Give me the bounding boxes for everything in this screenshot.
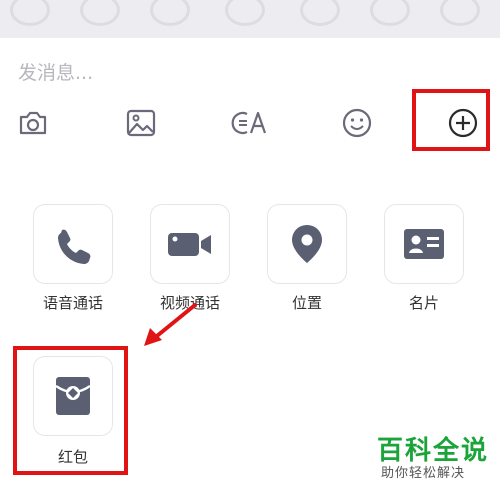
camera-button[interactable] [14,104,52,142]
location-pin-icon [292,225,322,263]
chat-background-strip [0,0,500,38]
contact-card-icon [404,229,444,259]
watermark-subtitle: 助你轻松解决 [381,466,466,481]
background-doodle [440,0,480,26]
location-label: 位置 [291,294,322,312]
background-doodle [10,0,50,26]
highlight-box [13,346,128,475]
highlight-box [412,89,490,151]
image-icon [126,109,156,137]
emoji-icon [342,108,372,138]
camera-icon [19,111,47,135]
contact-card-label: 名片 [408,294,439,312]
background-doodle [80,0,120,26]
video-call-tile[interactable] [150,204,230,284]
emoji-button[interactable] [338,104,376,142]
contact-card-tile[interactable] [384,204,464,284]
background-doodle [300,0,340,26]
background-doodle [150,0,190,26]
message-input[interactable] [18,60,458,86]
location-tile[interactable] [267,204,347,284]
image-button[interactable] [122,104,160,142]
phone-icon [58,229,91,264]
voice-to-text-icon [231,111,267,135]
annotation-arrow-icon [144,303,197,346]
video-camera-icon [168,233,211,256]
background-doodle [225,0,265,26]
voice-call-label: 语音通话 [42,294,103,312]
background-doodle [370,0,410,26]
voice-to-text-button[interactable] [224,104,272,142]
voice-call-tile[interactable] [33,204,113,284]
